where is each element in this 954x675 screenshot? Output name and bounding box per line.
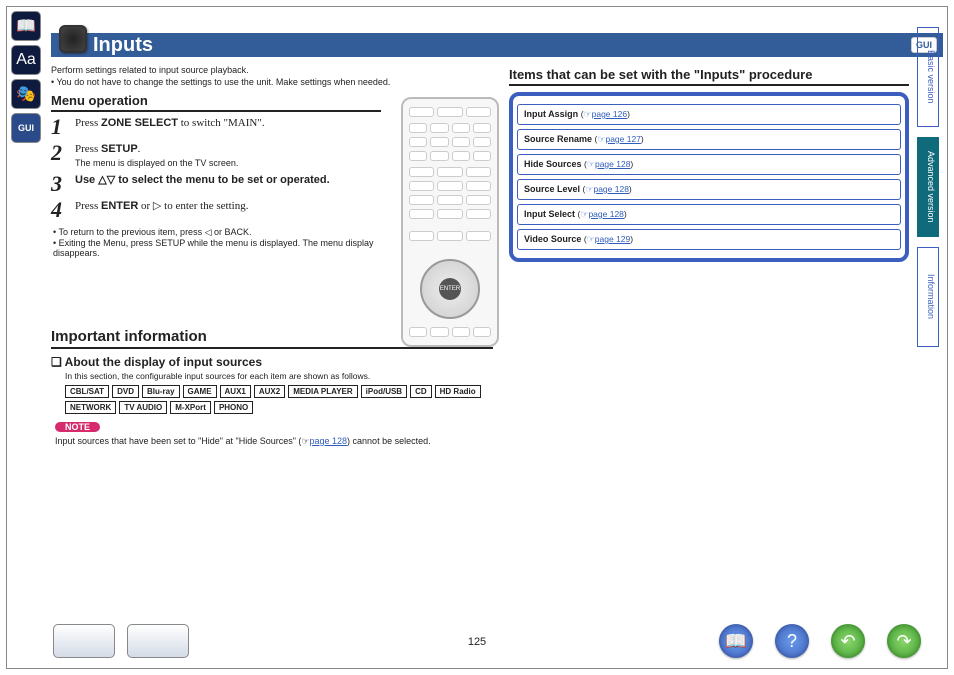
device-front-thumb[interactable] (53, 624, 115, 658)
page-link[interactable]: page 129 (595, 234, 630, 244)
src-box: NETWORK (65, 401, 116, 414)
hand-icon: ☞ (301, 436, 309, 446)
step-number: 2 (51, 142, 69, 169)
hide-sources-note: Input sources that have been set to "Hid… (55, 436, 493, 447)
step-text: Press ZONE SELECT to switch "MAIN". (75, 116, 265, 138)
step-2: 2 Press SETUP. The menu is displayed on … (51, 142, 381, 169)
step-1: 1 Press ZONE SELECT to switch "MAIN". (51, 116, 381, 138)
footer: 125 📖 ? ↶ ↷ (13, 616, 941, 660)
item-hide-sources[interactable]: Hide Sources (☞page 128) (517, 154, 901, 175)
page-link[interactable]: page 128 (310, 436, 348, 446)
page-link[interactable]: page 126 (592, 109, 627, 119)
inputs-icon (59, 25, 87, 53)
right-column: Items that can be set with the "Inputs" … (509, 61, 909, 262)
page-link[interactable]: page 128 (593, 184, 628, 194)
page-title: Inputs (93, 34, 153, 57)
item-input-select[interactable]: Input Select (☞page 128) (517, 204, 901, 225)
src-box: HD Radio (435, 385, 481, 398)
hand-icon: ☞ (587, 159, 595, 169)
page-link[interactable]: page 128 (588, 209, 623, 219)
mask-icon[interactable]: 🎭 (11, 79, 41, 109)
left-icon-column: 📖 Aa 🎭 GUI (11, 11, 45, 143)
next-page-icon[interactable]: ↷ (887, 624, 921, 658)
gui-nav-icon[interactable]: GUI (11, 113, 41, 143)
step-text: Press ENTER or ▷ to enter the setting. (75, 199, 248, 221)
contents-icon[interactable]: 📖 (719, 624, 753, 658)
step-text: Use △▽ to select the menu to be set or o… (75, 173, 330, 195)
src-box: GAME (183, 385, 217, 398)
step-4: 4 Press ENTER or ▷ to enter the setting. (51, 199, 381, 221)
src-box: TV AUDIO (119, 401, 167, 414)
font-aa-icon[interactable]: Aa (11, 45, 41, 75)
help-icon[interactable]: ? (775, 624, 809, 658)
src-box: M-XPort (170, 401, 211, 414)
note-badge: NOTE (55, 422, 100, 432)
left-column: Perform settings related to input source… (51, 61, 493, 447)
step-sub: The menu is displayed on the TV screen. (75, 157, 238, 169)
item-source-rename[interactable]: Source Rename (☞page 127) (517, 129, 901, 150)
src-box: Blu-ray (142, 385, 180, 398)
page-link[interactable]: page 127 (605, 134, 640, 144)
intro-text: Perform settings related to input source… (51, 65, 493, 75)
note-item: Exiting the Menu, press SETUP while the … (53, 238, 381, 258)
hand-icon: ☞ (584, 109, 592, 119)
step-3: 3 Use △▽ to select the menu to be set or… (51, 173, 381, 195)
src-box: MEDIA PLAYER (288, 385, 357, 398)
about-sources-heading: About the display of input sources (51, 355, 493, 369)
src-box: PHONO (214, 401, 253, 414)
src-box: CD (410, 385, 432, 398)
src-box: DVD (112, 385, 139, 398)
note-item: To return to the previous item, press ◁ … (53, 227, 381, 238)
menu-notes: To return to the previous item, press ◁ … (51, 227, 381, 258)
intro-bullet-text: You do not have to change the settings t… (57, 77, 391, 87)
src-box: iPod/USB (361, 385, 407, 398)
page-link[interactable]: page 128 (595, 159, 630, 169)
src-box: AUX1 (220, 385, 251, 398)
step-number: 3 (51, 173, 69, 195)
tab-basic-version[interactable]: Basic version (917, 27, 939, 127)
book-open-icon[interactable]: 📖 (11, 11, 41, 41)
step-number: 4 (51, 199, 69, 221)
sources-note: In this section, the configurable input … (65, 371, 493, 381)
item-video-source[interactable]: Video Source (☞page 129) (517, 229, 901, 250)
item-input-assign[interactable]: Input Assign (☞page 126) (517, 104, 901, 125)
hand-icon: ☞ (587, 234, 595, 244)
step-text: Press SETUP. The menu is displayed on th… (75, 142, 238, 169)
intro-bullet: • You do not have to change the settings… (51, 77, 493, 87)
device-rear-thumb[interactable] (127, 624, 189, 658)
prev-page-icon[interactable]: ↶ (831, 624, 865, 658)
item-source-level[interactable]: Source Level (☞page 128) (517, 179, 901, 200)
tab-advanced-version[interactable]: Advanced version (917, 137, 939, 237)
items-heading: Items that can be set with the "Inputs" … (509, 67, 909, 86)
remote-illustration (401, 97, 499, 347)
step-number: 1 (51, 116, 69, 138)
menu-operation-heading: Menu operation (51, 93, 381, 112)
source-list: CBL/SAT DVD Blu-ray GAME AUX1 AUX2 MEDIA… (65, 385, 493, 414)
page-frame: 📖 Aa 🎭 GUI Inputs GUI Perform settings r… (6, 6, 948, 669)
content-area: Perform settings related to input source… (51, 61, 907, 614)
items-box: Input Assign (☞page 126) Source Rename (… (509, 92, 909, 262)
src-box: CBL/SAT (65, 385, 109, 398)
footer-thumbnails (53, 624, 189, 658)
footer-nav-icons: 📖 ? ↶ ↷ (719, 624, 921, 658)
tab-information[interactable]: Information (917, 247, 939, 347)
src-box: AUX2 (254, 385, 285, 398)
vertical-tabs: Basic version Advanced version Informati… (917, 27, 939, 347)
title-bar: Inputs GUI (51, 33, 943, 57)
page-number: 125 (468, 636, 486, 648)
